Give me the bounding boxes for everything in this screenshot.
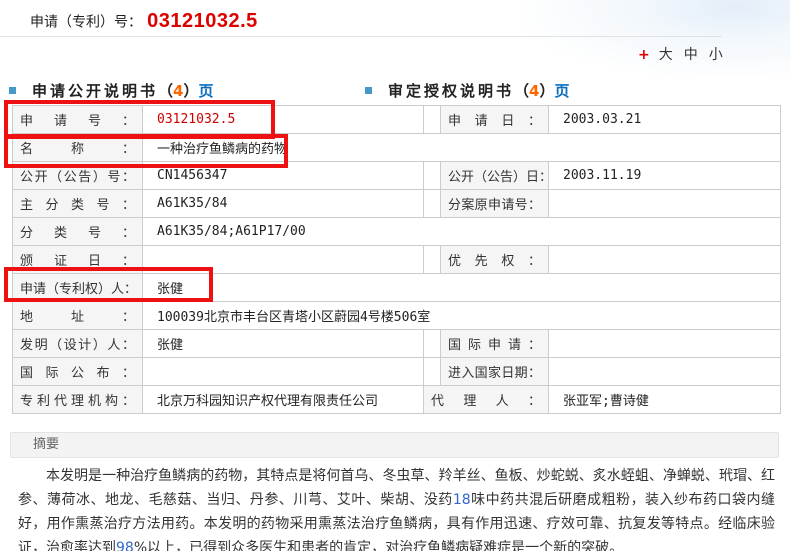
table-row: 国际公布： 进入国家日期：	[13, 358, 781, 386]
published-spec-pages-link[interactable]: 页	[198, 82, 213, 100]
abstract-segment: %以上，已得到众多医生和患者的肯定，对治疗鱼鳞病疑难症是一个新的突破。	[134, 540, 623, 551]
field-label: 代理人：	[431, 390, 541, 409]
field-label: 名称：	[20, 138, 135, 157]
abstract-header-bar: 摘要	[10, 432, 779, 458]
paren-close: ）	[539, 82, 554, 100]
granted-spec-title[interactable]: 审定授权说明书	[388, 82, 514, 100]
field-label: 优先权：	[448, 250, 541, 269]
paren-open: （	[158, 82, 173, 100]
field-value: CN1456347	[143, 168, 423, 183]
field-label: 申请号：	[20, 110, 135, 129]
table-row: 颁证日： 优先权：	[13, 246, 781, 274]
published-spec-link[interactable]: 申请公开说明书（4）页	[9, 80, 214, 101]
table-row: 主分类号： A61K35/84 分案原申请号：	[13, 190, 781, 218]
field-label: 主分类号：	[20, 194, 135, 213]
table-row: 地址： 100039北京市丰台区青塔小区蔚园4号楼506室	[13, 302, 781, 330]
column-spacer	[424, 106, 441, 134]
abstract-highlight-number: 98	[116, 540, 134, 551]
field-label: 公开（公告）日：	[448, 166, 541, 185]
field-value: 张健	[143, 278, 780, 297]
published-spec-page-count[interactable]: 4	[173, 82, 183, 100]
granted-spec-pages-link[interactable]: 页	[554, 82, 569, 100]
header-divider	[0, 36, 722, 37]
field-value: 张健	[143, 334, 423, 353]
blue-square-bullet-icon	[9, 87, 16, 94]
column-spacer	[424, 330, 441, 358]
plus-icon: +	[638, 47, 650, 63]
patent-info-table: 申请号： 03121032.5 申请日： 2003.03.21 名称： 一种治疗…	[12, 105, 781, 414]
abstract-highlight-number: 18	[453, 492, 471, 508]
column-spacer	[424, 162, 441, 190]
field-value: A61K35/84	[143, 196, 423, 211]
field-label: 颁证日：	[20, 250, 135, 269]
table-row: 分类号： A61K35/84;A61P17/00	[13, 218, 781, 246]
table-row: 名称： 一种治疗鱼鳞病的药物	[13, 134, 781, 162]
field-value: 张亚军;曹诗健	[549, 390, 780, 409]
field-label: 国际申请：	[448, 334, 541, 353]
field-label: 申请日：	[448, 110, 541, 129]
table-row: 专利代理机构： 北京万科园知识产权代理有限责任公司 代理人： 张亚军;曹诗健	[13, 386, 781, 414]
document-links-row: 申请公开说明书（4）页 审定授权说明书（4）页	[0, 80, 790, 102]
abstract-title: 摘要	[11, 433, 778, 457]
field-value: 2003.11.19	[549, 168, 780, 183]
cloud-background-decoration	[520, 0, 790, 78]
page-title: 申请（专利）号： 03121032.5	[30, 10, 258, 33]
font-size-large-button[interactable]: 大	[659, 47, 674, 63]
font-size-controls: + 大中小	[638, 44, 729, 64]
application-number-label: 申请（专利）号：	[30, 15, 142, 31]
table-row: 公开（公告）号： CN1456347 公开（公告）日： 2003.11.19	[13, 162, 781, 190]
field-label: 分类号：	[20, 222, 135, 241]
table-row: 申请号： 03121032.5 申请日： 2003.03.21	[13, 106, 781, 134]
field-value: 03121032.5	[143, 112, 423, 127]
abstract-paragraph: 本发明是一种治疗鱼鳞病的药物，其特点是将何首乌、冬虫草、羚羊丝、鱼板、炒蛇蜕、炙…	[18, 464, 775, 551]
field-value: 北京万科园知识产权代理有限责任公司	[143, 390, 423, 409]
application-number-value: 03121032.5	[147, 10, 258, 32]
font-size-medium-button[interactable]: 中	[684, 47, 699, 63]
field-label: 发明（设计）人：	[20, 334, 135, 353]
field-label: 公开（公告）号：	[20, 166, 135, 185]
granted-spec-link[interactable]: 审定授权说明书（4）页	[365, 80, 570, 101]
field-label: 地址：	[20, 306, 135, 325]
field-label: 国际公布：	[20, 362, 135, 381]
font-size-small-button[interactable]: 小	[709, 47, 724, 63]
column-spacer	[424, 358, 441, 386]
field-value: 一种治疗鱼鳞病的药物	[143, 138, 780, 157]
field-value: 2003.03.21	[549, 112, 780, 127]
table-row: 发明（设计）人： 张健 国际申请：	[13, 330, 781, 358]
column-spacer	[424, 190, 441, 218]
field-value: A61K35/84;A61P17/00	[143, 224, 780, 239]
field-value: 100039北京市丰台区青塔小区蔚园4号楼506室	[143, 306, 780, 325]
field-label: 专利代理机构：	[20, 390, 135, 409]
blue-square-bullet-icon	[365, 87, 372, 94]
granted-spec-page-count[interactable]: 4	[529, 82, 539, 100]
field-label: 申请（专利权）人：	[20, 278, 135, 297]
table-row: 申请（专利权）人： 张健	[13, 274, 781, 302]
paren-close: ）	[183, 82, 198, 100]
field-label: 进入国家日期：	[448, 362, 541, 381]
paren-open: （	[514, 82, 529, 100]
column-spacer	[424, 246, 441, 274]
patent-detail-page: 申请（专利）号： 03121032.5 +大中小 申请公开说明书（4）页 审定授…	[0, 0, 790, 551]
published-spec-title[interactable]: 申请公开说明书	[32, 82, 158, 100]
field-label: 分案原申请号：	[448, 194, 541, 213]
